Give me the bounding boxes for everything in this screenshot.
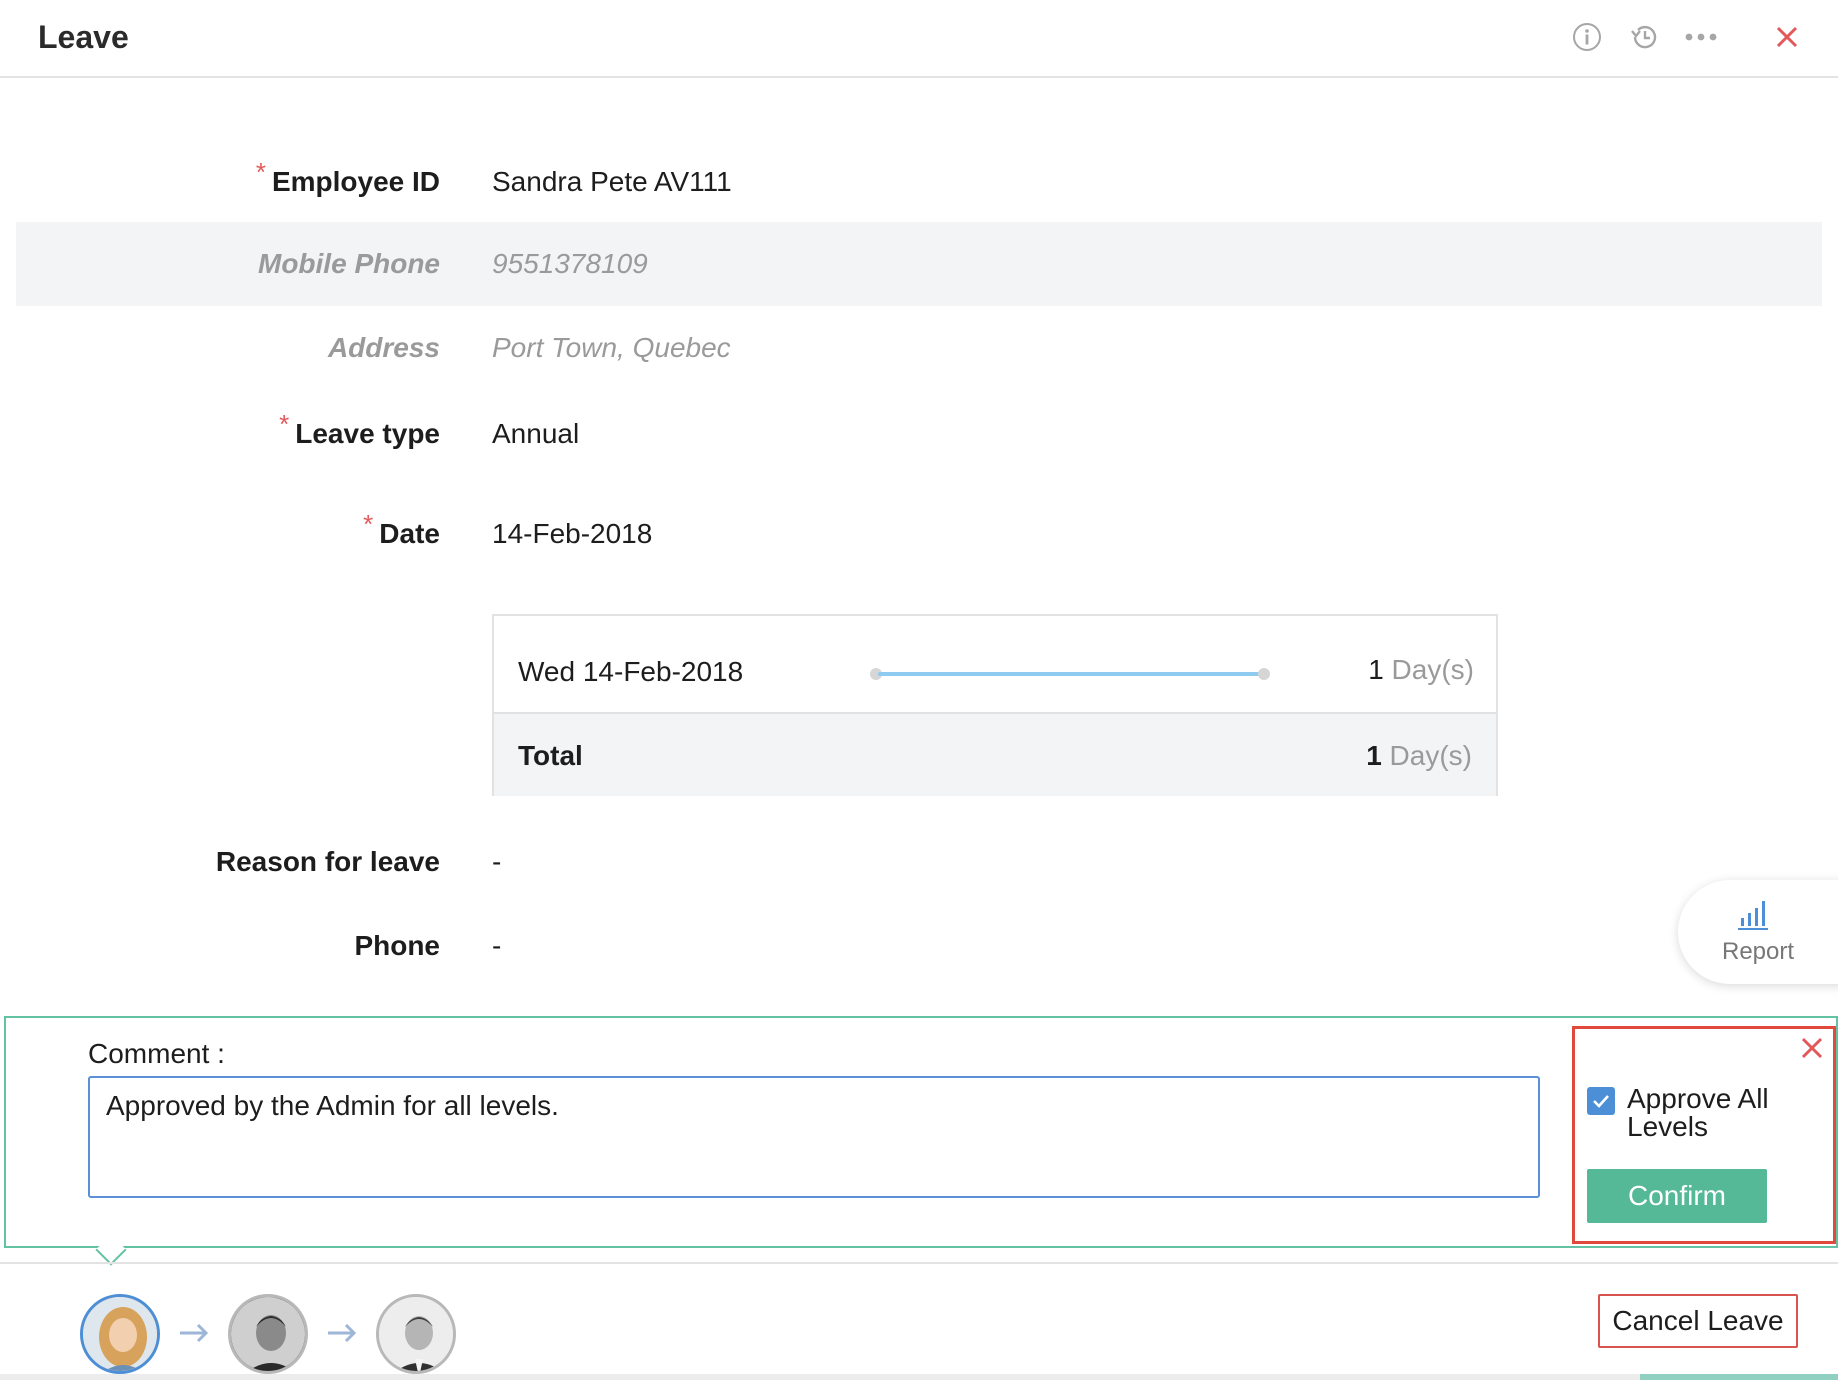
bottom-strip-accent: [1640, 1374, 1838, 1380]
leave-days-table: Wed 14-Feb-2018 1 Day(s) Total 1 Day(s): [492, 614, 1498, 796]
total-row: Total 1 Day(s): [494, 714, 1496, 796]
leave-type-label: * Leave type: [279, 409, 440, 449]
leave-type-value[interactable]: Annual: [492, 418, 579, 450]
info-icon[interactable]: [1570, 20, 1604, 54]
avatar-icon: [231, 1297, 305, 1371]
confirm-button[interactable]: Confirm: [1587, 1169, 1767, 1223]
footer-divider: [0, 1262, 1838, 1264]
employee-id-label: * Employee ID: [255, 157, 440, 197]
reason-value: -: [492, 846, 502, 877]
history-icon[interactable]: [1627, 20, 1661, 54]
date-label: * Date: [363, 509, 440, 549]
reason-label: Reason for leave: [215, 846, 440, 877]
address-row: Address Port Town, Quebec: [16, 306, 1822, 390]
close-icon[interactable]: [1797, 1033, 1827, 1063]
slider-fill: [878, 672, 1262, 676]
more-icon[interactable]: [1684, 20, 1718, 54]
phone-label: Phone: [354, 930, 440, 961]
report-button[interactable]: Report: [1678, 880, 1838, 984]
avatar-approver-2[interactable]: [228, 1294, 308, 1374]
reason-row: Reason for leave -: [16, 820, 1822, 904]
phone-row: Phone -: [16, 904, 1822, 988]
employee-id-row: * Employee ID Sandra Pete AV111: [16, 140, 1822, 224]
day-duration-slider[interactable]: [870, 668, 1270, 680]
address-value: Port Town, Quebec: [492, 332, 731, 363]
dialog-header: Leave: [0, 0, 1838, 78]
phone-value: -: [492, 930, 502, 961]
avatar-approver-3[interactable]: [376, 1294, 456, 1374]
checkmark-icon: [1593, 1095, 1609, 1108]
arrow-right-icon: [176, 1318, 212, 1348]
comment-input[interactable]: Approved by the Admin for all levels.: [88, 1076, 1540, 1198]
avatar-approver-1[interactable]: [80, 1294, 160, 1374]
required-marker: *: [279, 409, 290, 439]
total-label: Total: [518, 740, 583, 771]
arrow-right-icon: [324, 1318, 360, 1348]
slider-end-handle[interactable]: [1258, 668, 1270, 680]
report-label: Report: [1722, 938, 1795, 965]
approve-all-label[interactable]: Approve All Levels: [1627, 1085, 1827, 1141]
mobile-phone-row: Mobile Phone 9551378109: [16, 222, 1822, 306]
approve-all-checkbox[interactable]: [1587, 1087, 1615, 1115]
leave-type-row: * Leave type Annual: [16, 392, 1822, 476]
mobile-phone-value: 9551378109: [492, 248, 648, 279]
approval-panel: Comment : Approved by the Admin for all …: [4, 1016, 1838, 1248]
table-row: Wed 14-Feb-2018 1 Day(s): [494, 616, 1496, 714]
total-count: 1 Day(s): [1366, 740, 1472, 771]
cancel-leave-button[interactable]: Cancel Leave: [1598, 1294, 1798, 1348]
close-icon[interactable]: [1770, 20, 1804, 54]
comment-label: Comment :: [88, 1038, 225, 1069]
date-value[interactable]: 14-Feb-2018: [492, 518, 652, 550]
bottom-strip: [0, 1374, 1838, 1380]
day-date: Wed 14-Feb-2018: [518, 656, 744, 687]
address-label: Address: [327, 332, 440, 363]
bar-chart-icon: [1736, 898, 1772, 937]
required-marker: *: [255, 157, 266, 187]
avatar-icon: [83, 1297, 157, 1371]
approve-options-box: Approve All Levels Confirm: [1572, 1026, 1836, 1244]
employee-id-value[interactable]: Sandra Pete AV111: [492, 166, 732, 198]
required-marker: *: [363, 509, 374, 539]
day-count: 1 Day(s): [1368, 654, 1474, 685]
dialog-title: Leave: [38, 19, 129, 55]
avatar-icon: [379, 1297, 453, 1371]
mobile-phone-label: Mobile Phone: [258, 248, 440, 279]
date-row: * Date 14-Feb-2018: [16, 492, 1822, 576]
